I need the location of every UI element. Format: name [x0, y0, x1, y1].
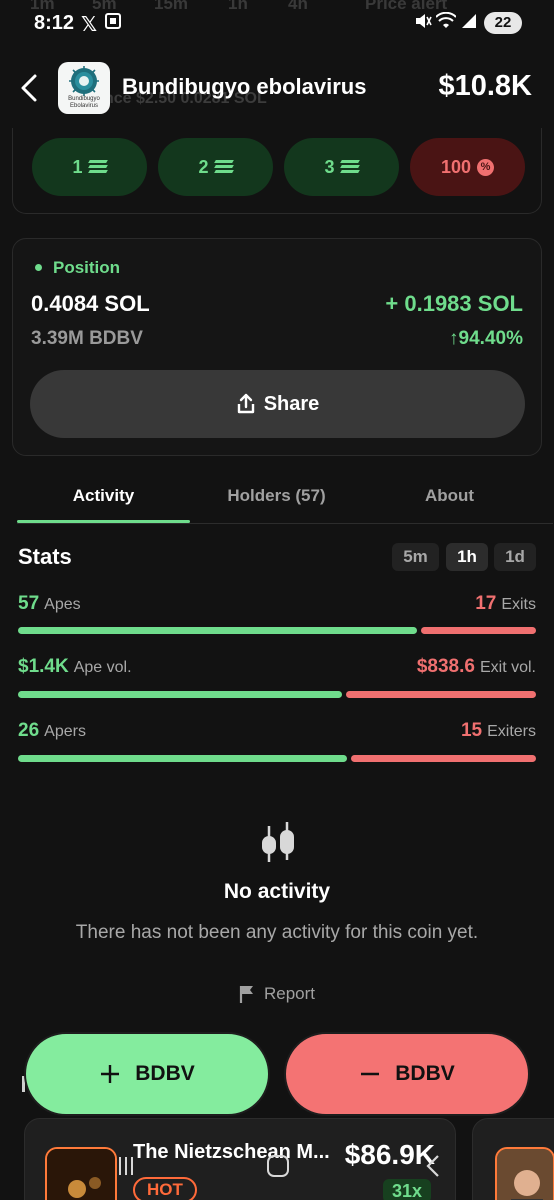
- quick-sell-100-button[interactable]: 100 %: [410, 138, 525, 196]
- trending-coin-image: [45, 1147, 117, 1200]
- position-pnl-sol: + 0.1983 SOL: [385, 291, 523, 316]
- position-label: Position: [53, 258, 121, 277]
- stat-ape-volume: $1.4K Ape vol.: [18, 656, 132, 677]
- trending-coin-name: The Nietzschean M...: [133, 1141, 330, 1163]
- chevron-left-icon: [21, 74, 37, 102]
- hot-badge: HOT: [133, 1177, 197, 1200]
- tab-bar: Activity Holders (57) About: [17, 474, 553, 524]
- coin-logo: Bundibugyo Ebolavirus: [58, 62, 110, 114]
- back-nav-icon[interactable]: [424, 1154, 442, 1185]
- sell-button[interactable]: BDBV: [284, 1032, 530, 1116]
- position-dot-icon: [35, 264, 42, 271]
- share-button[interactable]: Share: [30, 370, 525, 438]
- empty-state-subtitle: There has not been any activity for this…: [75, 922, 479, 943]
- position-token-amount: 3.39M BDBV: [31, 328, 143, 349]
- active-tab-indicator: [17, 520, 190, 523]
- apers-bar: [18, 755, 347, 762]
- trending-coin-image: [495, 1147, 554, 1200]
- tab-holders[interactable]: Holders (57): [190, 486, 363, 506]
- back-button[interactable]: [16, 70, 42, 106]
- mute-icon: [414, 12, 432, 35]
- apes-bar: [18, 627, 417, 634]
- stat-exits: 17 Exits: [475, 593, 536, 614]
- quick-buy-panel: 1 2 3 100 %: [12, 128, 542, 214]
- timeframe-1d-button[interactable]: 1d: [494, 543, 536, 571]
- stat-exit-volume: $838.6 Exit vol.: [416, 656, 536, 677]
- flag-icon: [239, 986, 253, 1003]
- percent-icon: %: [477, 158, 495, 176]
- signal-icon: [461, 12, 477, 35]
- timeframe-5m-button[interactable]: 5m: [392, 543, 439, 571]
- quick-sell-amount: 100: [440, 156, 472, 177]
- ghost-tf-1h: 1h: [228, 0, 248, 13]
- stat-apers: 26 Apers: [18, 720, 86, 741]
- empty-state-title: No activity: [223, 880, 331, 903]
- sell-label: BDBV: [395, 1062, 455, 1085]
- x-app-icon: 𝕏: [81, 14, 98, 36]
- timeframe-1h-button[interactable]: 1h: [446, 543, 488, 571]
- stat-apes: 57 Apes: [18, 593, 81, 614]
- coin-name: Bundibugyo ebolavirus: [122, 74, 367, 99]
- exits-bar: [421, 627, 536, 634]
- battery-indicator: 22: [484, 12, 522, 34]
- quick-buy-amount: 2: [198, 156, 209, 177]
- ape-volume-bar: [18, 691, 342, 698]
- stat-exiters: 15 Exiters: [460, 720, 536, 741]
- solana-icon: [87, 160, 108, 174]
- share-label: Share: [263, 392, 320, 415]
- buy-button[interactable]: BDBV: [24, 1032, 270, 1116]
- market-cap: $10.8K: [438, 70, 532, 102]
- ghost-tf-4h: 4h: [288, 0, 308, 13]
- ghost-tf-15m: 15m: [154, 0, 189, 13]
- ghost-price-alert: Price alert: [365, 0, 448, 13]
- coin-header: nce $2.50 0.0281 SOL Bundibugyo Ebolavir…: [0, 52, 554, 128]
- exiters-bar: [351, 755, 536, 762]
- report-label: Report: [264, 984, 316, 1003]
- position-sol-amount: 0.4084 SOL: [31, 291, 150, 316]
- tab-activity[interactable]: Activity: [17, 486, 190, 506]
- stats-title: Stats: [18, 544, 72, 569]
- trending-coin-card[interactable]: The Nietzschean M... $86.9K HOT 31x: [24, 1118, 456, 1200]
- quick-buy-3-button[interactable]: 3: [284, 138, 399, 196]
- trending-coin-market-cap: $86.9K: [344, 1139, 435, 1170]
- candlestick-icon: [259, 822, 297, 866]
- report-button[interactable]: Report: [238, 984, 315, 1004]
- share-icon: [237, 393, 254, 414]
- coin-logo-caption: Bundibugyo Ebolavirus: [68, 96, 100, 109]
- plus-icon: [101, 1065, 120, 1083]
- position-card: Position 0.4084 SOL 3.39M BDBV + 0.1983 …: [12, 238, 542, 456]
- position-pnl-percent: ↑94.40%: [449, 328, 523, 349]
- solana-icon: [213, 160, 234, 174]
- screenshot-icon: [104, 12, 122, 35]
- wifi-icon: [435, 11, 457, 35]
- status-bar: 1m 5m 15m 1h 4h Price alert 8:12 𝕏 22: [0, 0, 554, 46]
- quick-buy-amount: 3: [324, 156, 335, 177]
- exit-volume-bar: [346, 691, 536, 698]
- home-icon[interactable]: [266, 1154, 290, 1185]
- trending-coin-card-next[interactable]: [472, 1118, 554, 1200]
- minus-icon: [361, 1072, 380, 1076]
- quick-buy-amount: 1: [72, 156, 83, 177]
- tab-about[interactable]: About: [363, 486, 536, 506]
- buy-label: BDBV: [135, 1062, 195, 1085]
- quick-buy-1-button[interactable]: 1: [32, 138, 147, 196]
- solana-icon: [339, 160, 360, 174]
- clock: 8:12: [34, 12, 75, 34]
- quick-buy-2-button[interactable]: 2: [158, 138, 273, 196]
- recent-apps-icon[interactable]: [116, 1154, 136, 1185]
